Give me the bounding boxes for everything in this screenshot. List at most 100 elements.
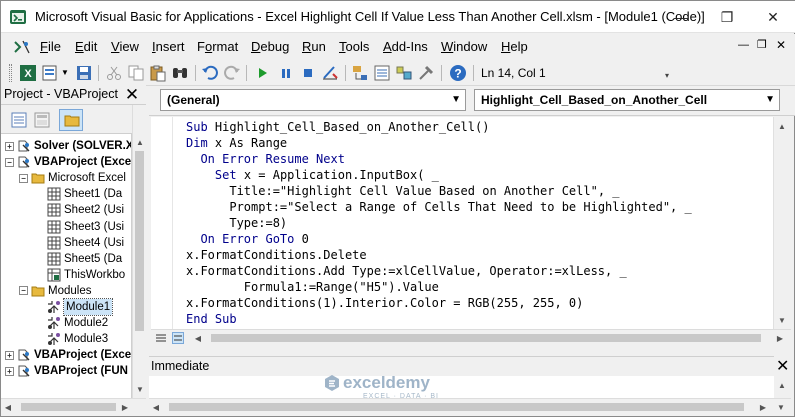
restore-button[interactable]: ❐ [704, 1, 750, 33]
undo-icon[interactable] [201, 64, 219, 82]
menu-edit[interactable]: Edit [75, 39, 97, 54]
tree-item[interactable]: Sheet3 (Usi [47, 219, 124, 235]
insert-dropdown-icon[interactable]: ▼ [61, 68, 69, 77]
view-object-icon[interactable] [34, 112, 50, 128]
scroll-left-icon[interactable]: ◀ [191, 331, 205, 345]
tree-item[interactable]: Module1 [47, 298, 114, 316]
code-line[interactable]: Dim x As Range [186, 135, 287, 151]
toolbar-overflow-icon[interactable]: ▾ [662, 65, 672, 81]
collapse-icon[interactable]: − [5, 157, 14, 167]
find-icon[interactable] [171, 64, 189, 82]
reset-icon[interactable] [299, 64, 317, 82]
copy-icon[interactable] [127, 64, 145, 82]
code-vertical-scrollbar[interactable]: ▲ ▼ [773, 117, 790, 329]
immediate-vertical-scrollbar[interactable]: ✕ ▲ [774, 356, 791, 398]
expand-icon[interactable]: + [5, 350, 14, 360]
toolbox-icon[interactable] [417, 64, 435, 82]
help-icon[interactable]: ? [449, 64, 467, 82]
menu-run[interactable]: Run [302, 39, 326, 54]
code-line[interactable]: Title:="Highlight Cell Value Based on An… [186, 183, 619, 199]
procedure-view-icon[interactable] [155, 332, 167, 344]
code-line[interactable]: On Error Resume Next [186, 151, 345, 167]
scroll-down-icon[interactable]: ▼ [774, 400, 788, 414]
paste-icon[interactable] [149, 64, 167, 82]
menu-insert[interactable]: Insert [152, 39, 185, 54]
code-line[interactable]: Formula1:=Range("H5").Value [186, 279, 439, 295]
tree-item[interactable]: Sheet1 (Da [47, 186, 122, 202]
code-line[interactable]: x.FormatConditions.Delete [186, 247, 367, 263]
scroll-left-icon[interactable]: ◀ [1, 400, 15, 414]
tree-item[interactable]: Sheet5 (Da [47, 251, 122, 267]
procedure-combo[interactable]: Highlight_Cell_Based_on_Another_Cell ▼ [474, 89, 780, 111]
object-combo[interactable]: (General) ▼ [160, 89, 466, 111]
expand-icon[interactable]: + [5, 366, 14, 376]
tree-item[interactable]: − Microsoft Excel [19, 170, 126, 186]
menu-debug[interactable]: Debug [251, 39, 289, 54]
doc-minimize-button[interactable]: — [738, 39, 749, 51]
run-icon[interactable] [253, 64, 271, 82]
code-line[interactable]: Type:=8) [186, 215, 287, 231]
minimize-button[interactable]: — [658, 1, 704, 33]
scroll-left-icon[interactable]: ◀ [149, 400, 163, 414]
scroll-thumb[interactable] [211, 334, 761, 342]
save-icon[interactable] [75, 64, 93, 82]
tree-item[interactable]: ThisWorkbo [47, 267, 125, 283]
code-line[interactable]: x.FormatConditions(1).Interior.Color = R… [186, 295, 583, 311]
code-margin-indicator-bar[interactable] [151, 117, 173, 329]
tree-item[interactable]: − VBAProject (Exce [5, 154, 131, 170]
scroll-up-icon[interactable]: ▲ [775, 378, 789, 392]
immediate-window-input[interactable] [149, 376, 774, 398]
tree-item[interactable]: + Solver (SOLVER.X [5, 138, 131, 154]
menu-tools[interactable]: Tools [339, 39, 369, 54]
break-icon[interactable] [277, 64, 295, 82]
code-line[interactable]: Sub Highlight_Cell_Based_on_Another_Cell… [186, 119, 489, 135]
redo-icon[interactable] [223, 64, 241, 82]
immediate-horizontal-scrollbar[interactable]: ◀ ▶ ▼ [149, 398, 791, 414]
excel-view-icon[interactable]: X [19, 64, 37, 82]
design-mode-icon[interactable] [321, 64, 339, 82]
code-line[interactable]: End Sub [186, 311, 237, 327]
menu-file[interactable]: File [40, 39, 61, 54]
scroll-right-icon[interactable]: ▶ [118, 400, 132, 414]
expand-icon[interactable]: + [5, 141, 14, 151]
toggle-folders-button[interactable] [59, 109, 83, 131]
scroll-thumb[interactable] [21, 403, 116, 411]
tree-item[interactable]: Module3 [47, 331, 108, 347]
menu-format[interactable]: Format [197, 39, 238, 54]
view-code-icon[interactable] [11, 112, 27, 128]
cut-icon[interactable] [105, 64, 123, 82]
menu-view[interactable]: View [111, 39, 139, 54]
vba-menu-icon[interactable] [13, 39, 31, 55]
scroll-thumb[interactable] [169, 403, 744, 411]
project-vertical-scrollbar[interactable]: ▲ ▼ [132, 105, 146, 398]
toolbar-grip[interactable] [9, 64, 12, 82]
collapse-icon[interactable]: − [19, 286, 28, 296]
immediate-close-button[interactable]: ✕ [776, 356, 789, 376]
code-line[interactable]: Set x = Application.InputBox( _ [186, 167, 439, 183]
close-button[interactable]: ✕ [750, 1, 795, 33]
menu-add-ins[interactable]: Add-Ins [383, 39, 428, 54]
scroll-down-icon[interactable]: ▼ [775, 313, 789, 327]
full-module-view-icon[interactable] [172, 332, 184, 344]
scroll-right-icon[interactable]: ▶ [773, 331, 787, 345]
doc-restore-button[interactable]: ❐ [757, 38, 767, 51]
insert-module-icon[interactable] [41, 64, 59, 82]
code-line[interactable]: Prompt:="Select a Range of Cells That Ne… [186, 199, 691, 215]
tree-item[interactable]: Module2 [47, 315, 108, 331]
tree-item[interactable]: + VBAProject (Exce [5, 347, 131, 363]
project-explorer-icon[interactable] [351, 64, 369, 82]
code-line[interactable]: x.FormatConditions.Add Type:=xlCellValue… [186, 263, 627, 279]
project-panel-close-button[interactable]: ✕ [123, 85, 141, 105]
scroll-up-icon[interactable]: ▲ [775, 119, 789, 133]
doc-close-button[interactable]: ✕ [776, 38, 786, 52]
project-horizontal-scrollbar[interactable]: ◀ ▶ [1, 398, 146, 414]
scroll-up-icon[interactable]: ▲ [133, 135, 147, 149]
scroll-thumb[interactable] [135, 151, 144, 331]
scroll-right-icon[interactable]: ▶ [756, 400, 770, 414]
properties-window-icon[interactable] [373, 64, 391, 82]
object-browser-icon[interactable] [395, 64, 413, 82]
tree-item[interactable]: Sheet4 (Usi [47, 235, 124, 251]
menu-help[interactable]: Help [501, 39, 528, 54]
menu-window[interactable]: Window [441, 39, 487, 54]
scroll-down-icon[interactable]: ▼ [133, 382, 147, 396]
